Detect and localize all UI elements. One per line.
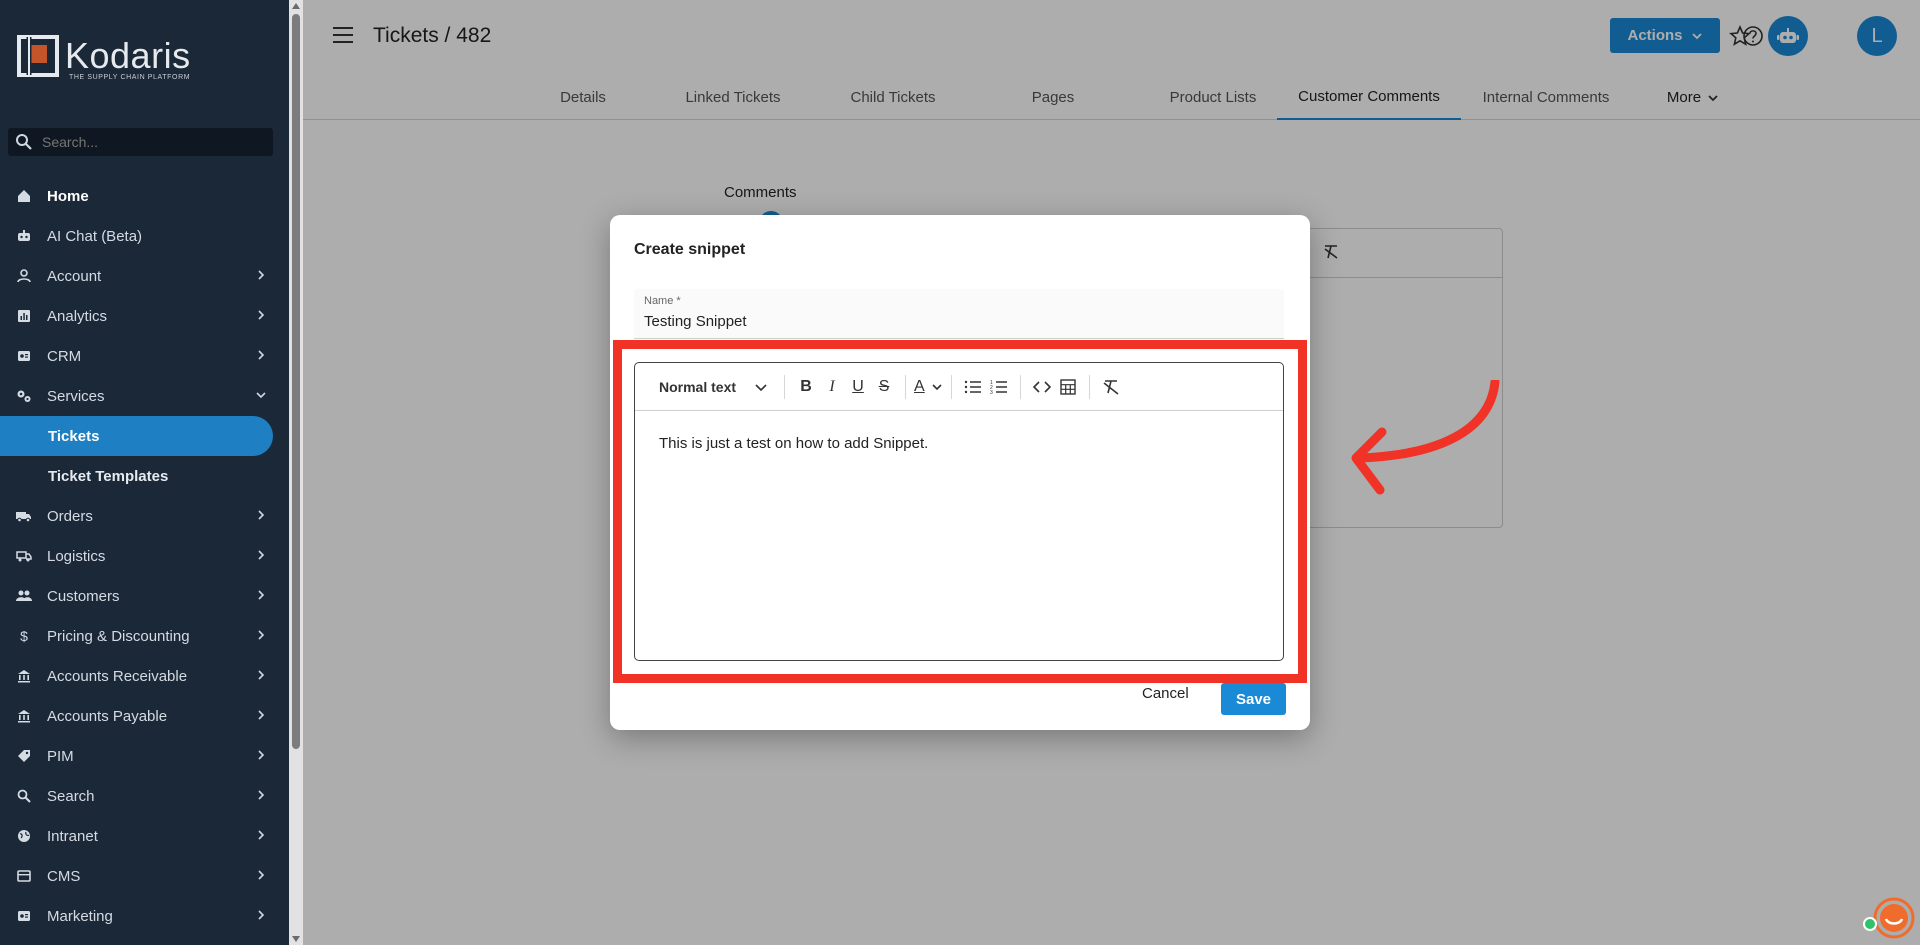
search-icon — [16, 788, 32, 804]
search-icon — [16, 134, 32, 150]
sidebar-item-analytics[interactable]: Analytics — [0, 296, 289, 336]
sidebar-item-cms[interactable]: CMS — [0, 856, 289, 896]
sidebar-item-label: Intranet — [47, 827, 98, 845]
globe-icon — [16, 828, 32, 844]
chevron-right-icon — [258, 710, 265, 720]
sidebar-item-orders[interactable]: Orders — [0, 496, 289, 536]
sidebar-item-logistics[interactable]: Logistics — [0, 536, 289, 576]
sidebar-item-crm[interactable]: CRM — [0, 336, 289, 376]
person-icon — [16, 268, 32, 284]
dialog-title: Create snippet — [634, 241, 746, 258]
sidebar-item-search[interactable]: Search — [0, 776, 289, 816]
people-icon — [16, 588, 32, 604]
sidebar: Kodaris THE SUPPLY CHAIN PLATFORM Home A… — [0, 0, 289, 945]
sidebar-item-label: Customers — [47, 587, 120, 605]
online-status-dot — [1863, 917, 1877, 931]
chat-support-icon[interactable] — [1873, 897, 1915, 939]
chevron-right-icon — [258, 510, 265, 520]
save-button[interactable]: Save — [1221, 683, 1286, 715]
sidebar-item-label: Ticket Templates — [48, 467, 169, 485]
sidebar-item-label: Orders — [47, 507, 93, 525]
sidebar-search — [8, 128, 273, 156]
sidebar-item-label: Accounts Payable — [47, 707, 168, 725]
sidebar-item-pricing[interactable]: $ Pricing & Discounting — [0, 616, 289, 656]
sidebar-item-ticket-templates[interactable]: Ticket Templates — [0, 456, 289, 496]
chevron-down-icon — [256, 392, 266, 399]
truck-icon — [16, 508, 32, 524]
sidebar-item-account[interactable]: Account — [0, 256, 289, 296]
sidebar-item-label: Services — [47, 387, 105, 405]
chevron-right-icon — [258, 870, 265, 880]
marketing-icon — [16, 908, 32, 924]
chevron-right-icon — [258, 590, 265, 600]
chevron-right-icon — [258, 630, 265, 640]
sidebar-item-label: Home — [47, 187, 89, 205]
scrollbar-thumb[interactable] — [292, 14, 300, 749]
annotation-arrow-icon — [1351, 380, 1500, 495]
home-icon — [16, 188, 32, 204]
sidebar-item-home[interactable]: Home — [0, 176, 289, 216]
dollar-icon: $ — [20, 628, 28, 644]
bank-icon — [16, 668, 32, 684]
chevron-right-icon — [258, 270, 265, 280]
services-icon — [16, 388, 32, 404]
highlight-box — [613, 340, 1307, 683]
kodaris-logo[interactable]: Kodaris THE SUPPLY CHAIN PLATFORM — [17, 35, 191, 81]
sidebar-item-intranet[interactable]: Intranet — [0, 816, 289, 856]
sidebar-item-label: Pricing & Discounting — [47, 627, 190, 645]
logo-tagline: THE SUPPLY CHAIN PLATFORM — [69, 74, 191, 81]
sidebar-item-accounts-receivable[interactable]: Accounts Receivable — [0, 656, 289, 696]
sidebar-item-label: CMS — [47, 867, 81, 885]
sidebar-item-label: Tickets — [48, 427, 100, 445]
chevron-right-icon — [258, 910, 265, 920]
sidebar-item-tickets[interactable]: Tickets — [0, 416, 273, 456]
sidebar-item-label: Analytics — [47, 307, 108, 325]
sidebar-search-input[interactable] — [42, 134, 262, 150]
sidebar-item-label: Search — [47, 787, 95, 805]
analytics-icon — [16, 308, 32, 324]
name-input[interactable] — [644, 313, 1264, 330]
chevron-right-icon — [258, 750, 265, 760]
sidebar-nav: Home AI Chat (Beta) Account Analytics CR… — [0, 176, 289, 936]
cms-icon — [16, 868, 32, 884]
crm-icon — [16, 348, 32, 364]
bank-icon — [16, 708, 32, 724]
sidebar-item-label: AI Chat (Beta) — [47, 227, 143, 245]
chevron-right-icon — [258, 310, 265, 320]
name-field[interactable]: Name * — [634, 289, 1284, 339]
kodaris-logo-mark — [17, 35, 59, 77]
sidebar-item-label: Account — [47, 267, 102, 285]
sidebar-item-services[interactable]: Services — [0, 376, 289, 416]
sidebar-item-label: Logistics — [47, 547, 106, 565]
sidebar-item-label: CRM — [47, 347, 82, 365]
chevron-right-icon — [258, 550, 265, 560]
sidebar-item-accounts-payable[interactable]: Accounts Payable — [0, 696, 289, 736]
sidebar-item-label: Marketing — [47, 907, 113, 925]
robot-icon — [16, 228, 32, 244]
sidebar-item-marketing[interactable]: Marketing — [0, 896, 289, 936]
name-field-label: Name * — [644, 295, 681, 307]
logistics-icon — [16, 548, 32, 564]
chevron-right-icon — [258, 350, 265, 360]
logo-name: Kodaris — [65, 35, 191, 76]
sidebar-item-label: PIM — [47, 747, 74, 765]
tag-icon — [16, 748, 32, 764]
chevron-right-icon — [258, 670, 265, 680]
sidebar-item-label: Accounts Receivable — [47, 667, 188, 685]
sidebar-item-ai-chat[interactable]: AI Chat (Beta) — [0, 216, 289, 256]
sidebar-item-customers[interactable]: Customers — [0, 576, 289, 616]
cancel-button[interactable]: Cancel — [1142, 685, 1189, 702]
sidebar-scrollbar[interactable] — [289, 0, 303, 945]
scroll-down-arrow-icon[interactable] — [292, 936, 300, 942]
scroll-up-arrow-icon[interactable] — [292, 3, 300, 9]
chevron-right-icon — [258, 830, 265, 840]
sidebar-item-pim[interactable]: PIM — [0, 736, 289, 776]
chevron-right-icon — [258, 790, 265, 800]
